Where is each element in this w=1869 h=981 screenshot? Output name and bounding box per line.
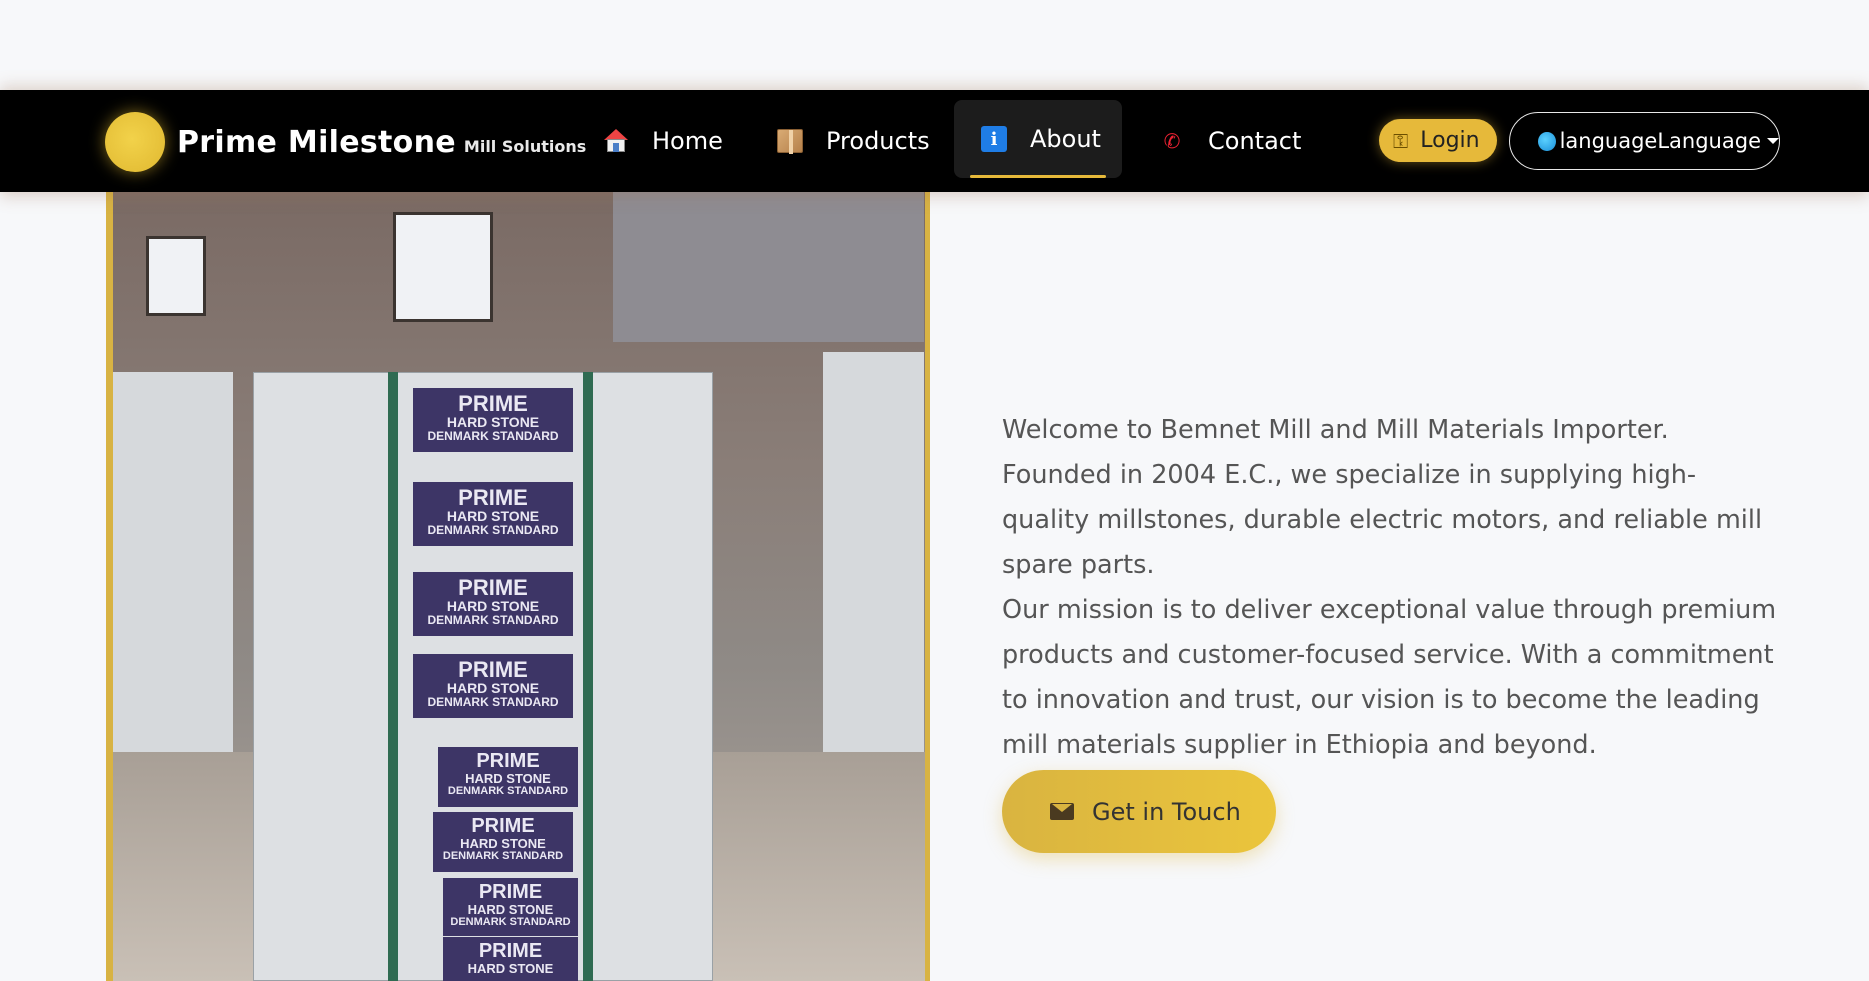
info-icon: i bbox=[980, 125, 1008, 153]
house-icon bbox=[602, 127, 630, 155]
phone-icon: ✆ bbox=[1163, 129, 1181, 153]
nav-contact-label: Contact bbox=[1208, 127, 1302, 155]
envelope-icon bbox=[1050, 803, 1074, 820]
active-underline bbox=[970, 175, 1106, 178]
login-label: Login bbox=[1420, 128, 1480, 153]
product-label: PRIME HARD STONE bbox=[443, 937, 578, 981]
nav-products[interactable]: Products bbox=[776, 90, 930, 192]
navbar: Prime Milestone Mill Solutions Home Prod… bbox=[0, 90, 1869, 192]
about-description: Welcome to Bemnet Mill and Mill Material… bbox=[1002, 408, 1782, 768]
nav-home[interactable]: Home bbox=[602, 90, 723, 192]
brand-logo-icon bbox=[105, 112, 165, 172]
brand-subtitle: Mill Solutions bbox=[463, 136, 587, 156]
about-paragraph-mission: Our mission is to deliver exceptional va… bbox=[1002, 595, 1777, 760]
product-label: PRIME HARD STONE DENMARK STANDARD bbox=[443, 878, 578, 936]
about-paragraph-intro: Welcome to Bemnet Mill and Mill Material… bbox=[1002, 415, 1763, 580]
language-dropdown[interactable]: languageLanguage bbox=[1509, 112, 1780, 170]
get-in-touch-label: Get in Touch bbox=[1092, 797, 1241, 826]
product-label: PRIME HARD STONE DENMARK STANDARD bbox=[413, 482, 573, 546]
get-in-touch-button[interactable]: Get in Touch bbox=[1002, 770, 1276, 853]
about-image: PRIME HARD STONE DENMARK STANDARD PRIME HAR… bbox=[113, 192, 925, 981]
product-label: PRIME HARD STONE DENMARK STANDARD bbox=[433, 812, 573, 872]
nav-contact[interactable]: ✆ Contact bbox=[1158, 90, 1302, 192]
about-image-frame: PRIME HARD STONE DENMARK STANDARD PRIME HAR… bbox=[106, 192, 930, 981]
package-icon bbox=[776, 127, 804, 155]
product-label: PRIME HARD STONE DENMARK STANDARD bbox=[438, 747, 578, 807]
product-label: PRIME HARD STONE DENMARK STANDARD bbox=[413, 388, 573, 452]
nav-about-label: About bbox=[1030, 125, 1101, 153]
chevron-down-icon bbox=[1767, 138, 1779, 144]
key-icon: ⚿ bbox=[1393, 128, 1409, 153]
product-label: PRIME HARD STONE DENMARK STANDARD bbox=[413, 654, 573, 718]
nav-about[interactable]: i About bbox=[954, 100, 1122, 178]
brand-name: Prime Milestone bbox=[177, 124, 456, 160]
nav-home-label: Home bbox=[652, 127, 723, 155]
product-label: PRIME HARD STONE DENMARK STANDARD bbox=[413, 572, 573, 636]
nav-products-label: Products bbox=[826, 127, 930, 155]
globe-icon bbox=[1538, 131, 1556, 151]
language-label: languageLanguage bbox=[1559, 129, 1761, 153]
login-button[interactable]: ⚿ Login bbox=[1379, 119, 1497, 162]
brand[interactable]: Prime Milestone Mill Solutions bbox=[105, 112, 586, 172]
